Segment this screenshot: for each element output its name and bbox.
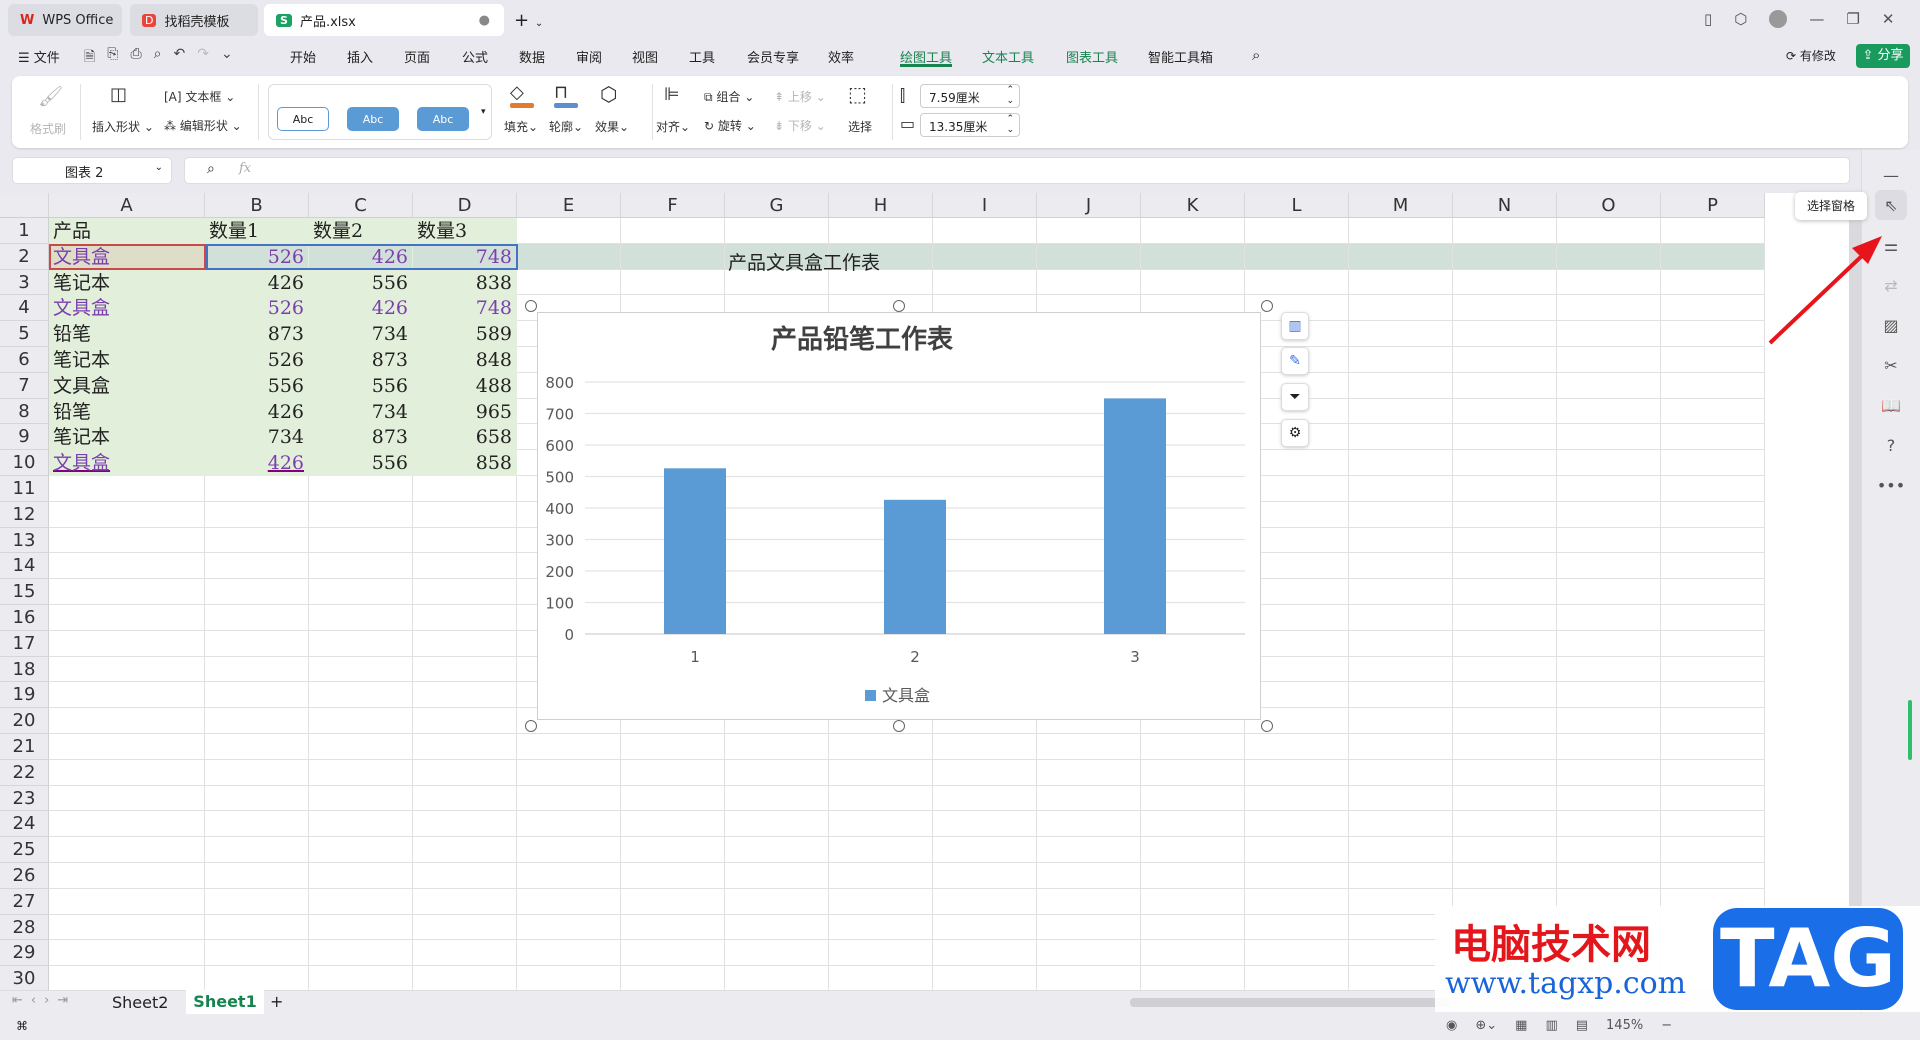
sheet-tab-sheet1[interactable]: Sheet1	[186, 990, 264, 1014]
horizontal-scrollbar[interactable]	[1130, 998, 1450, 1007]
macro-icon[interactable]: ⌘	[16, 1019, 28, 1033]
sheet-nav-buttons[interactable]: ⇤‹›⇥	[12, 993, 76, 1008]
zoom-level[interactable]: 145%	[1606, 1018, 1643, 1033]
page-layout-icon[interactable]: ▥	[1545, 1018, 1557, 1033]
sheet-tab-sheet2[interactable]: Sheet2	[112, 993, 168, 1012]
watermark-site: 电脑技术网	[1451, 922, 1651, 968]
watermark: 电脑技术网 www.tagxp.com TAG	[1435, 906, 1920, 1012]
tag-logo: TAG	[1713, 908, 1903, 1010]
protect-icon[interactable]: ⊕⌄	[1475, 1018, 1497, 1033]
zoom-out-button[interactable]: −	[1661, 1018, 1672, 1033]
page-break-icon[interactable]: ▤	[1576, 1018, 1588, 1033]
red-arrow-annotation	[1768, 236, 1882, 345]
add-sheet-button[interactable]: +	[270, 992, 283, 1011]
watermark-url: www.tagxp.com	[1445, 966, 1687, 1001]
eye-icon[interactable]: ◉	[1446, 1018, 1457, 1033]
normal-view-icon[interactable]: ▦	[1515, 1018, 1527, 1033]
